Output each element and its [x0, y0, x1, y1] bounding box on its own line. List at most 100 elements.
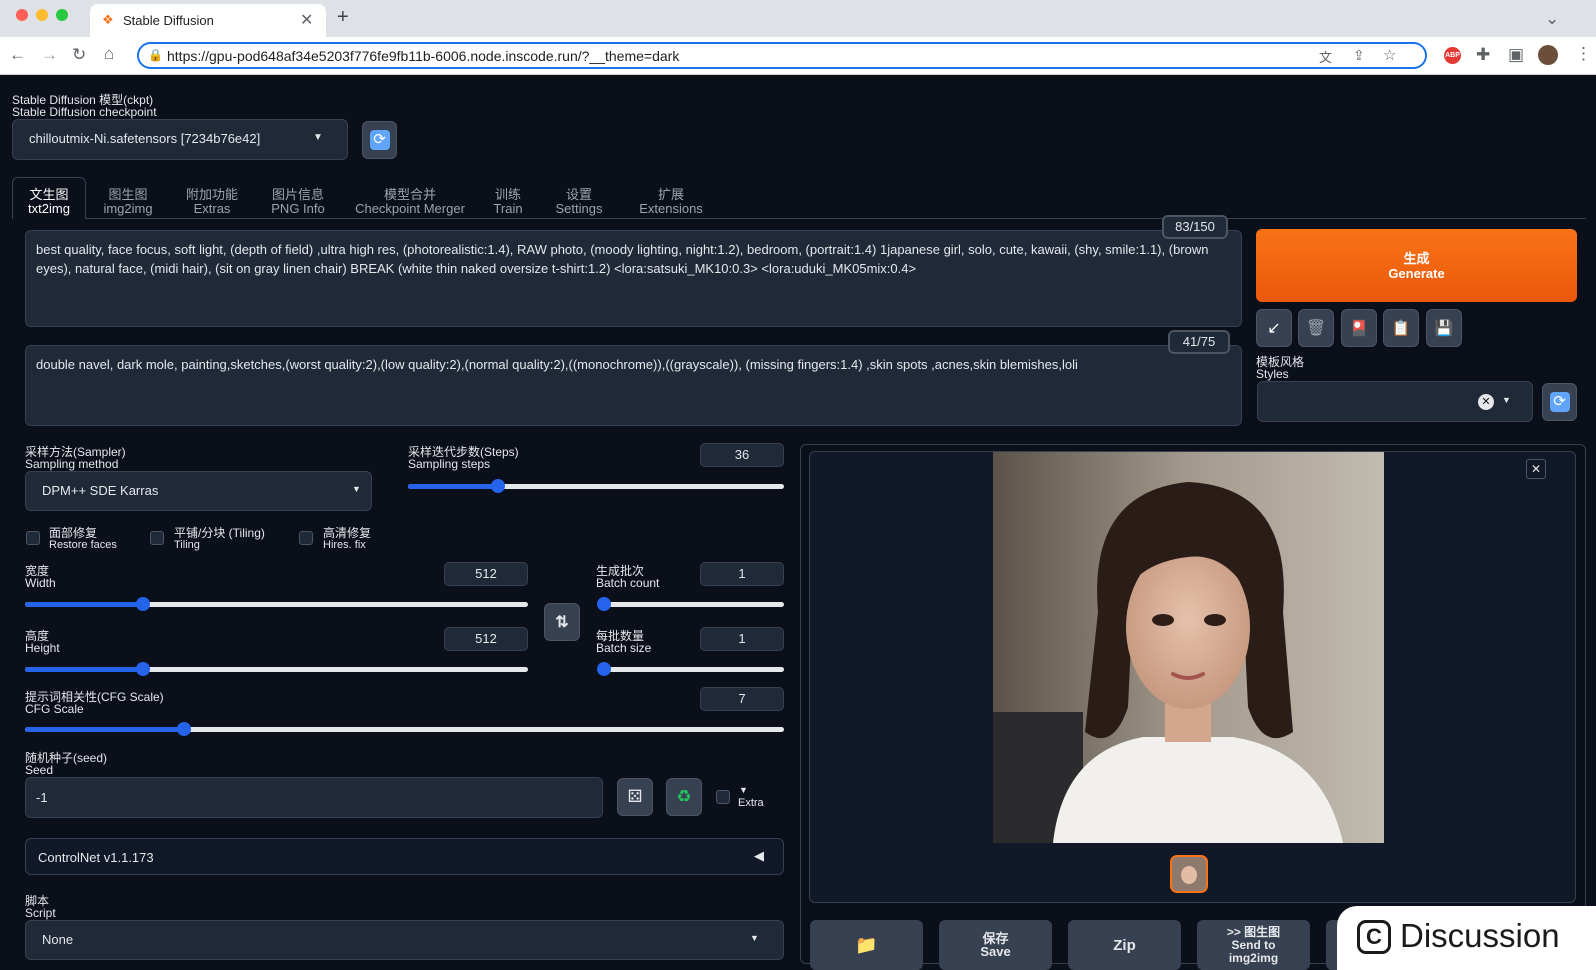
tab-list-chevron-icon[interactable]: ⌄ [1545, 10, 1559, 27]
height-input[interactable]: 512 [444, 627, 528, 651]
close-tab-icon[interactable]: ✕ [300, 10, 313, 30]
reuse-seed-button[interactable]: ♻ [666, 778, 702, 816]
discussion-label: Discussion [1400, 917, 1560, 954]
batch-size-input[interactable]: 1 [700, 627, 784, 651]
swap-dimensions-button[interactable]: ⇅ [544, 603, 580, 641]
cfg-slider-knob[interactable] [177, 722, 192, 736]
seed-input[interactable]: -1 [25, 777, 603, 818]
hires-fix-label-cn: 高清修复 [323, 526, 372, 540]
clipboard-icon: 📋 [1391, 320, 1411, 337]
batch-count-slider[interactable] [597, 597, 784, 611]
prompt-textarea[interactable]: best quality, face focus, soft light, (d… [25, 230, 1242, 327]
width-slider-knob[interactable] [136, 597, 151, 611]
bookmark-star-icon[interactable]: ☆ [1383, 46, 1396, 64]
collapse-triangle-icon: ◀ [754, 848, 764, 863]
cfg-input[interactable]: 7 [700, 687, 784, 711]
sampler-label-en: Sampling method [25, 457, 119, 471]
chevron-down-icon: ▼ [352, 484, 361, 494]
batch-size-label-en: Batch size [596, 641, 652, 655]
width-slider[interactable] [25, 597, 528, 611]
steps-slider[interactable] [408, 479, 784, 493]
batch-size-slider-knob[interactable] [597, 662, 611, 676]
browser-tab[interactable]: ❖ Stable Diffusion ✕ [90, 4, 326, 37]
checkpoint-dropdown[interactable]: chilloutmix-Ni.safetensors [7234b76e42] … [12, 119, 348, 160]
zip-button[interactable]: Zip [1068, 920, 1181, 970]
forward-icon[interactable]: → [41, 46, 58, 63]
send-to-img2img-button[interactable]: >> 图生图 Send to img2img [1197, 920, 1310, 970]
tab-checkpoint-merger[interactable]: 模型合并 Checkpoint Merger [352, 188, 468, 216]
negative-prompt-textarea[interactable]: double navel, dark mole, painting,sketch… [25, 345, 1242, 426]
favicon-icon: ❖ [102, 12, 114, 27]
back-icon[interactable]: ← [9, 46, 26, 63]
chevron-down-icon: ▼ [1502, 395, 1511, 405]
extra-seed-checkbox[interactable] [716, 790, 730, 804]
save-style-button[interactable]: 💾 [1426, 309, 1462, 347]
clear-styles-icon[interactable]: ✕ [1478, 394, 1494, 410]
height-label-en: Height [25, 641, 60, 655]
script-dropdown[interactable]: None ▼ [25, 920, 784, 960]
refresh-icon: ⟳ [1549, 392, 1570, 412]
close-window-button[interactable] [16, 9, 28, 21]
prompt-token-counter: 83/150 [1162, 215, 1228, 239]
steps-label-en: Sampling steps [408, 457, 491, 471]
chevron-down-icon: ▼ [313, 132, 323, 143]
batch-count-slider-knob[interactable] [597, 597, 611, 611]
tab-img2img[interactable]: 图生图 img2img [96, 188, 160, 216]
open-folder-button[interactable]: 📁 [810, 920, 923, 970]
tab-train[interactable]: 训练 Train [488, 188, 528, 216]
controlnet-accordion[interactable]: ControlNet v1.1.173 ◀ [25, 838, 784, 875]
show-extra-networks-button[interactable]: 🎴 [1341, 309, 1377, 347]
styles-dropdown[interactable]: ✕ ▼ [1257, 381, 1533, 422]
tab-png-info[interactable]: 图片信息 PNG Info [262, 188, 334, 216]
sampler-dropdown[interactable]: DPM++ SDE Karras ▼ [25, 471, 372, 511]
refresh-styles-button[interactable]: ⟳ [1542, 383, 1577, 421]
tab-title: Stable Diffusion [123, 13, 214, 28]
extra-networks-icon: 🎴 [1349, 320, 1369, 337]
profile-avatar[interactable] [1538, 45, 1558, 65]
random-seed-button[interactable]: ⚄ [617, 778, 653, 816]
browser-menu-icon[interactable]: ⋮ [1575, 45, 1592, 62]
address-bar[interactable]: 🔒 https://gpu-pod648af34e5203f776fe9fb11… [137, 42, 1427, 69]
reload-icon[interactable]: ↻ [72, 46, 86, 63]
apply-style-button[interactable]: 📋 [1383, 309, 1419, 347]
gallery-thumbnail[interactable] [1170, 855, 1208, 893]
height-slider-knob[interactable] [136, 662, 151, 676]
restore-faces-label-cn: 面部修复 [49, 526, 98, 540]
hires-fix-label-en: Hires. fix [323, 539, 366, 551]
clear-prompt-button[interactable]: 🗑 [1298, 309, 1334, 347]
side-panel-icon[interactable]: ▣ [1508, 46, 1524, 63]
new-tab-icon[interactable]: + [337, 7, 349, 27]
tab-settings[interactable]: 设置 Settings [550, 188, 608, 216]
minimize-window-button[interactable] [36, 9, 48, 21]
steps-input[interactable]: 36 [700, 443, 784, 467]
batch-size-slider[interactable] [597, 662, 784, 676]
discussion-overlay[interactable]: C Discussion [1337, 906, 1596, 970]
tab-extras[interactable]: 附加功能 Extras [178, 188, 246, 216]
generated-image[interactable] [993, 452, 1384, 843]
translate-icon[interactable]: 文 [1319, 47, 1332, 66]
tab-extensions[interactable]: 扩展 Extensions [630, 188, 712, 216]
maximize-window-button[interactable] [56, 9, 68, 21]
cfg-slider[interactable] [25, 722, 784, 736]
tab-txt2img[interactable]: 文生图 txt2img [14, 188, 84, 216]
cfg-label-en: CFG Scale [25, 702, 84, 716]
save-button[interactable]: 保存 Save [939, 920, 1052, 970]
close-gallery-icon[interactable]: ✕ [1526, 459, 1546, 479]
read-generation-params-button[interactable]: ↙ [1256, 309, 1292, 347]
steps-slider-knob[interactable] [491, 479, 506, 493]
tiling-checkbox[interactable] [150, 531, 164, 545]
extensions-puzzle-icon[interactable]: ✚ [1476, 46, 1490, 63]
batch-count-label-en: Batch count [596, 576, 660, 590]
generate-button[interactable]: 生成 Generate [1256, 229, 1577, 302]
refresh-checkpoint-button[interactable]: ⟳ [362, 121, 397, 159]
lock-icon: 🔒 [148, 48, 163, 62]
restore-faces-checkbox[interactable] [26, 531, 40, 545]
discussion-icon: C [1357, 920, 1391, 954]
hires-fix-checkbox[interactable] [299, 531, 313, 545]
adblock-icon[interactable]: ABP [1444, 47, 1461, 64]
height-slider[interactable] [25, 662, 528, 676]
width-input[interactable]: 512 [444, 562, 528, 586]
share-icon[interactable]: ⇪ [1353, 47, 1365, 64]
batch-count-input[interactable]: 1 [700, 562, 784, 586]
home-icon[interactable]: ⌂ [104, 45, 114, 62]
